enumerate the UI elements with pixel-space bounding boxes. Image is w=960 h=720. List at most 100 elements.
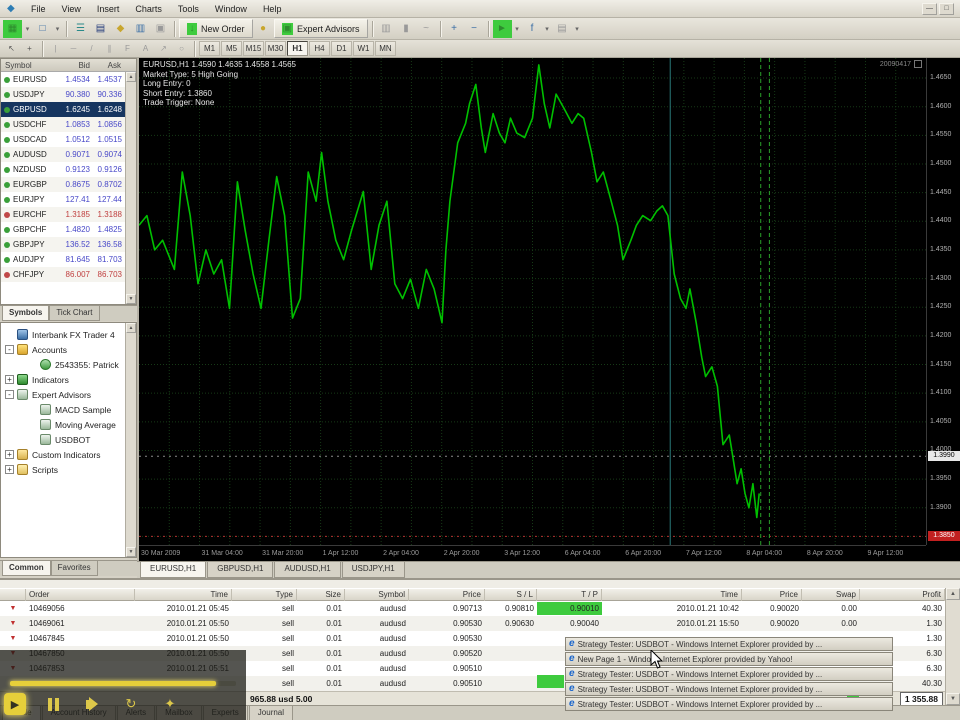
horizontal-line-button[interactable]: ─ <box>65 41 82 56</box>
timeframe-button[interactable]: W1 <box>353 41 374 56</box>
shapes-tool-button[interactable]: ○ <box>173 41 190 56</box>
navigator-tree-item[interactable]: 2543355: Patrick <box>1 357 136 372</box>
scroll-down-icon[interactable]: ▼ <box>946 693 960 705</box>
navigator-button[interactable]: ◆ <box>111 20 130 38</box>
chart-tab[interactable]: USDJPY,H1 <box>341 562 405 578</box>
tree-expander-icon[interactable]: + <box>5 375 14 384</box>
strategy-tester-button[interactable]: ▣ <box>151 20 170 38</box>
scroll-up-icon[interactable]: ▲ <box>126 72 136 82</box>
data-window-button[interactable]: ▤ <box>91 20 110 38</box>
arrows-tool-button[interactable]: ↗ <box>155 41 172 56</box>
navigator-tree-item[interactable]: + Indicators <box>1 372 136 387</box>
market-watch-row[interactable]: EURGBP 0.8675 0.8702 <box>1 177 136 192</box>
terminal-column-header[interactable] <box>0 588 26 601</box>
scroll-up-icon[interactable]: ▲ <box>946 588 960 600</box>
terminal-column-header[interactable]: Swap <box>802 588 860 601</box>
column-bid[interactable]: Bid <box>53 61 90 70</box>
terminal-column-header[interactable]: S / L <box>485 588 537 601</box>
volume-button[interactable] <box>80 692 104 716</box>
zoom-in-button[interactable]: + <box>445 20 464 38</box>
new-chart-button[interactable]: ▦ <box>3 19 22 38</box>
terminal-column-header[interactable]: Time <box>135 588 232 601</box>
scroll-down-icon[interactable]: ▼ <box>126 294 136 304</box>
metaquotes-coin-icon[interactable]: ● <box>254 20 273 38</box>
line-chart-button[interactable]: ~ <box>417 20 436 38</box>
navigator-tree-item[interactable]: + Custom Indicators <box>1 447 136 462</box>
popup-window-button[interactable]: e Strategy Tester: USDBOT - Windows Inte… <box>565 697 893 711</box>
market-watch-scrollbar[interactable]: ▲ ▼ <box>125 72 136 304</box>
market-watch-row[interactable]: EURCHF 1.3185 1.3188 <box>1 207 136 222</box>
menu-item[interactable]: Tools <box>170 2 207 16</box>
terminal-column-header[interactable]: Symbol <box>345 588 409 601</box>
tree-expander-icon[interactable]: + <box>5 450 14 459</box>
templates-button[interactable]: ▤ <box>553 20 572 38</box>
market-watch-tab[interactable]: Tick Chart <box>49 306 100 321</box>
new-order-button[interactable]: ↓ New Order <box>179 19 253 38</box>
navigator-tab[interactable]: Common <box>2 561 51 576</box>
chart-tab[interactable]: AUDUSD,H1 <box>274 562 341 578</box>
auto-scroll-dropdown-icon[interactable]: ▾ <box>513 20 522 38</box>
terminal-column-header[interactable]: Size <box>297 588 345 601</box>
terminal-column-header[interactable]: Price <box>409 588 485 601</box>
video-seek-bar[interactable] <box>10 681 236 686</box>
vertical-line-button[interactable]: | <box>47 41 64 56</box>
menu-item[interactable]: File <box>23 2 54 16</box>
chart-restore-icon[interactable] <box>914 60 922 68</box>
terminal-column-header[interactable]: T / P <box>537 588 602 601</box>
tree-expander-icon[interactable] <box>28 360 37 369</box>
bar-chart-button[interactable]: ▥ <box>377 20 396 38</box>
tree-expander-icon[interactable] <box>28 405 37 414</box>
market-watch-row[interactable]: AUDJPY 81.645 81.703 <box>1 252 136 267</box>
market-watch-row[interactable]: CHFJPY 86.007 86.703 <box>1 267 136 282</box>
navigator-tree-item[interactable]: + Scripts <box>1 462 136 477</box>
column-ask[interactable]: Ask <box>90 61 123 70</box>
replay-button[interactable]: ↻ <box>119 692 143 716</box>
expert-advisors-button[interactable]: ▣ Expert Advisors <box>273 19 368 38</box>
candlestick-chart-button[interactable]: ▮ <box>397 20 416 38</box>
indicators-button[interactable]: f <box>523 20 542 38</box>
menu-item[interactable]: Charts <box>127 2 170 16</box>
chart-plot-area[interactable]: EURUSD,H1 1.4590 1.4635 1.4558 1.4565 Mar… <box>139 58 926 545</box>
navigator-tree-item[interactable]: Moving Average <box>1 417 136 432</box>
terminal-column-header[interactable]: Type <box>232 588 297 601</box>
new-chart-dropdown-icon[interactable]: ▾ <box>23 20 32 38</box>
channel-button[interactable]: ∥ <box>101 41 118 56</box>
fibonacci-button[interactable]: F <box>119 41 136 56</box>
navigator-tree-item[interactable]: - Accounts <box>1 342 136 357</box>
minimize-button[interactable]: — <box>922 2 937 15</box>
navigator-tree-item[interactable]: USDBOT <box>1 432 136 447</box>
total-profit[interactable]: 1 355.88 <box>899 692 943 706</box>
terminal-scrollbar[interactable]: ▲ ▼ <box>945 588 960 705</box>
menu-item[interactable]: Insert <box>89 2 128 16</box>
timeframe-button[interactable]: M15 <box>243 41 264 56</box>
zoom-out-button[interactable]: − <box>465 20 484 38</box>
menu-item[interactable]: Window <box>207 2 255 16</box>
navigator-tree-item[interactable]: MACD Sample <box>1 402 136 417</box>
market-watch-row[interactable]: USDCHF 1.0853 1.0856 <box>1 117 136 132</box>
cursor-tool-button[interactable]: ↖ <box>3 41 20 56</box>
tree-expander-icon[interactable]: - <box>5 390 14 399</box>
options-button[interactable]: ✦ <box>158 692 182 716</box>
market-watch-button[interactable]: ☰ <box>71 20 90 38</box>
menu-item[interactable]: Help <box>255 2 290 16</box>
scroll-up-icon[interactable]: ▲ <box>126 323 136 333</box>
popup-window-button[interactable]: e Strategy Tester: USDBOT - Windows Inte… <box>565 682 893 696</box>
market-watch-row[interactable]: GBPUSD 1.6245 1.6248 <box>1 102 136 117</box>
auto-scroll-button[interactable]: ► <box>492 19 512 38</box>
market-watch-tab[interactable]: Symbols <box>2 306 50 321</box>
menu-item[interactable]: View <box>54 2 89 16</box>
timeframe-button[interactable]: M30 <box>265 41 286 56</box>
market-watch-row[interactable]: GBPCHF 1.4820 1.4825 <box>1 222 136 237</box>
market-watch-row[interactable]: AUDUSD 0.9071 0.9074 <box>1 147 136 162</box>
terminal-column-header[interactable]: Time <box>602 588 742 601</box>
scroll-down-icon[interactable]: ▼ <box>126 547 136 557</box>
navigator-tab[interactable]: Favorites <box>50 561 98 576</box>
timeframe-button[interactable]: H1 <box>287 41 308 56</box>
popup-window-button[interactable]: e Strategy Tester: USDBOT - Windows Inte… <box>565 637 893 651</box>
indicators-dropdown-icon[interactable]: ▾ <box>543 20 552 38</box>
trade-row[interactable]: ▼ 10469056 2010.01.21 05:45 sell 0.01 au… <box>0 601 945 616</box>
terminal-column-header[interactable]: Profit <box>860 588 945 601</box>
timeframe-button[interactable]: MN <box>375 41 396 56</box>
navigator-tree-item[interactable]: Interbank FX Trader 4 <box>1 327 136 342</box>
popup-window-button[interactable]: e Strategy Tester: USDBOT - Windows Inte… <box>565 667 893 681</box>
